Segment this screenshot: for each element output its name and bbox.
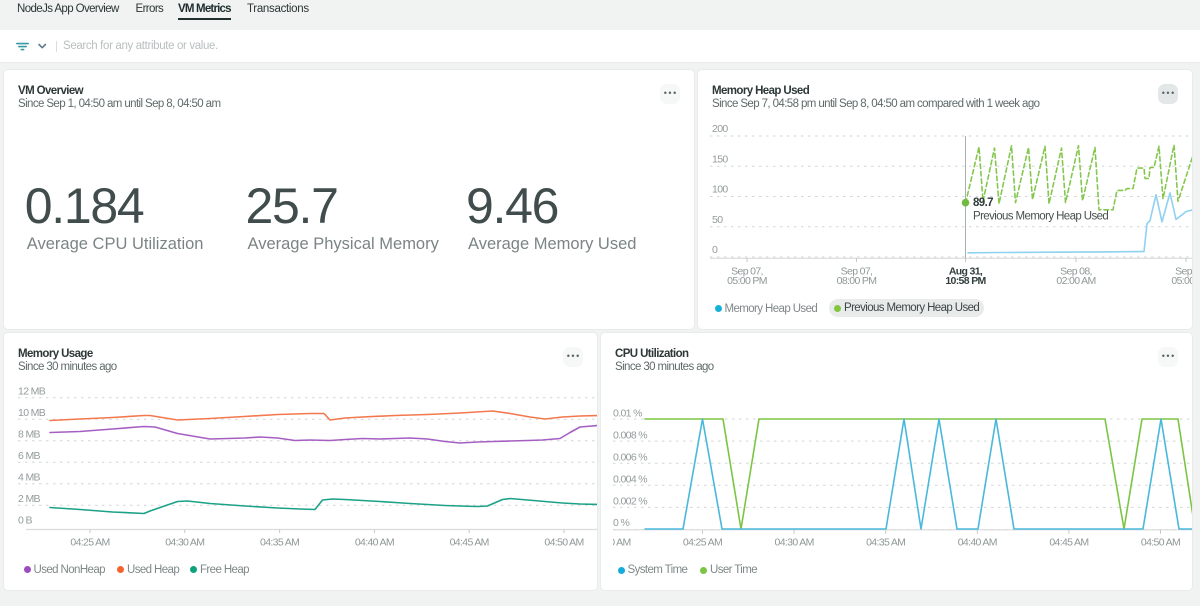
svg-text:4 MB: 4 MB — [18, 472, 41, 484]
svg-text:2 MB: 2 MB — [18, 493, 41, 505]
svg-text:89.7: 89.7 — [973, 197, 993, 209]
svg-text:10 MB: 10 MB — [18, 407, 46, 419]
svg-text:8 MB: 8 MB — [18, 429, 41, 441]
svg-text:05:00 AM: 05:00 AM — [1171, 275, 1192, 287]
svg-text:200: 200 — [712, 123, 728, 135]
svg-text:04:45 AM: 04:45 AM — [450, 537, 489, 549]
svg-text:04:30 AM: 04:30 AM — [775, 537, 814, 549]
svg-text:10:58 PM: 10:58 PM — [945, 275, 986, 287]
svg-text:0.002 %: 0.002 % — [613, 496, 647, 508]
svg-text:150: 150 — [712, 154, 728, 166]
svg-text:04:40 AM: 04:40 AM — [958, 537, 997, 549]
svg-text:04:30 AM: 04:30 AM — [165, 537, 204, 549]
svg-text:0 B: 0 B — [18, 515, 32, 527]
svg-text:Previous Memory Heap Used: Previous Memory Heap Used — [973, 211, 1108, 223]
svg-text:08:00 PM: 08:00 PM — [837, 275, 877, 287]
svg-text:04:25 AM: 04:25 AM — [683, 537, 722, 549]
svg-text:50: 50 — [712, 214, 723, 226]
svg-text:04:50 AM: 04:50 AM — [544, 537, 583, 549]
svg-text:6 MB: 6 MB — [18, 450, 41, 462]
svg-text:04:35 AM: 04:35 AM — [260, 537, 299, 549]
svg-text:0.006 %: 0.006 % — [613, 452, 647, 464]
svg-text:04:45 AM: 04:45 AM — [1049, 537, 1088, 549]
svg-text:12 MB: 12 MB — [18, 386, 46, 398]
svg-text:04:20 AM: 04:20 AM — [601, 537, 631, 549]
svg-text:04:25 AM: 04:25 AM — [70, 537, 109, 549]
svg-text:0.01 %: 0.01 % — [613, 408, 642, 420]
svg-text:0.004 %: 0.004 % — [613, 474, 647, 486]
svg-text:02:00 AM: 02:00 AM — [1056, 275, 1095, 287]
svg-text:0 %: 0 % — [613, 517, 629, 529]
svg-text:100: 100 — [712, 184, 728, 196]
svg-text:0.008 %: 0.008 % — [613, 430, 647, 442]
svg-text:04:35 AM: 04:35 AM — [866, 537, 905, 549]
svg-text:0: 0 — [712, 244, 718, 256]
svg-text:05:00 PM: 05:00 PM — [727, 275, 767, 287]
svg-text:04:40 AM: 04:40 AM — [355, 537, 394, 549]
svg-text:04:50 AM: 04:50 AM — [1141, 537, 1180, 549]
